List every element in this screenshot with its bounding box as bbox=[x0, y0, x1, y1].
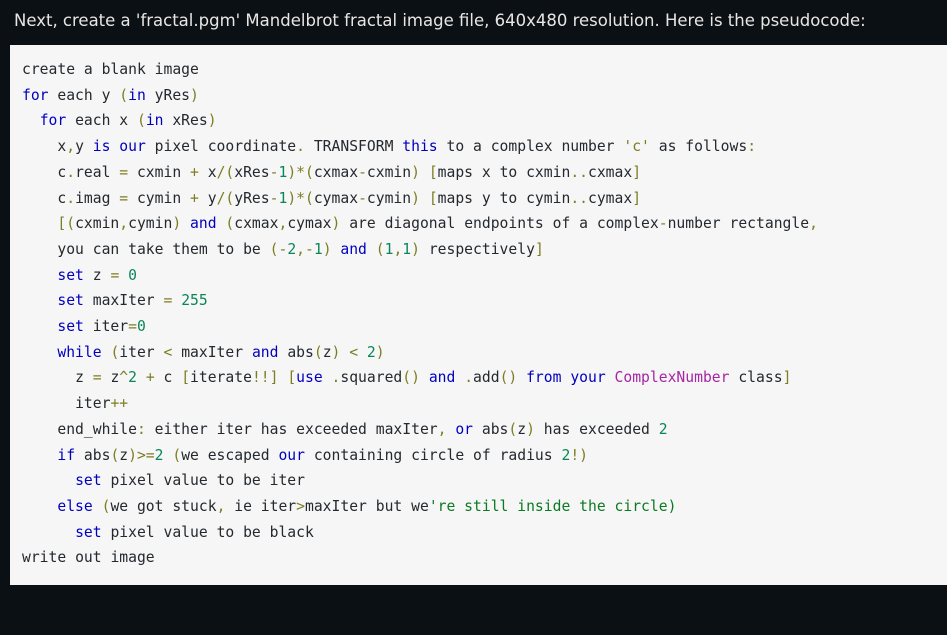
code-line: if abs(z)>=2 (we escaped our containing … bbox=[57, 446, 588, 464]
code-line: c.imag = cymin + y/(yRes-1)*(cymax-cymin… bbox=[57, 189, 642, 207]
code-line: set pixel value to be iter bbox=[75, 472, 305, 490]
code-line: else (we got stuck, ie iter>maxIter but … bbox=[57, 497, 677, 515]
code-line: while (iter < maxIter and abs(z) < 2) bbox=[57, 343, 385, 361]
code-line: set maxIter = 255 bbox=[57, 292, 208, 310]
pseudocode-listing[interactable]: create a blank image for each y (in yRes… bbox=[10, 57, 947, 571]
code-line: iter++ bbox=[75, 395, 129, 413]
code-line: set pixel value to be black bbox=[75, 523, 314, 541]
assistant-message-text: Next, create a 'fractal.pgm' Mandelbrot … bbox=[14, 11, 866, 30]
code-line: c.real = cxmin + x/(xRes-1)*(cxmax-cxmin… bbox=[57, 163, 642, 181]
code-line: write out image bbox=[22, 549, 155, 567]
code-line: you can take them to be (-2,-1) and (1,1… bbox=[57, 240, 544, 258]
code-line: x,y is our pixel coordinate. TRANSFORM t… bbox=[57, 138, 757, 156]
code-block[interactable]: create a blank image for each y (in yRes… bbox=[10, 45, 947, 586]
code-line: [(cxmin,cymin) and (cxmax,cymax) are dia… bbox=[57, 215, 818, 233]
code-block-container: create a blank image for each y (in yRes… bbox=[0, 45, 947, 586]
code-line: set z = 0 bbox=[57, 266, 137, 284]
conversation-panel: Next, create a 'fractal.pgm' Mandelbrot … bbox=[0, 0, 947, 635]
code-line: z = z^2 + c [iterate!!] [use .squared() … bbox=[75, 369, 792, 387]
code-line: end_while: either iter has exceeded maxI… bbox=[57, 420, 668, 438]
code-line: set iter=0 bbox=[57, 318, 146, 336]
code-line: for each y (in yRes) bbox=[22, 86, 199, 104]
code-line: for each x (in xRes) bbox=[39, 112, 217, 130]
code-line: create a blank image bbox=[22, 61, 199, 78]
